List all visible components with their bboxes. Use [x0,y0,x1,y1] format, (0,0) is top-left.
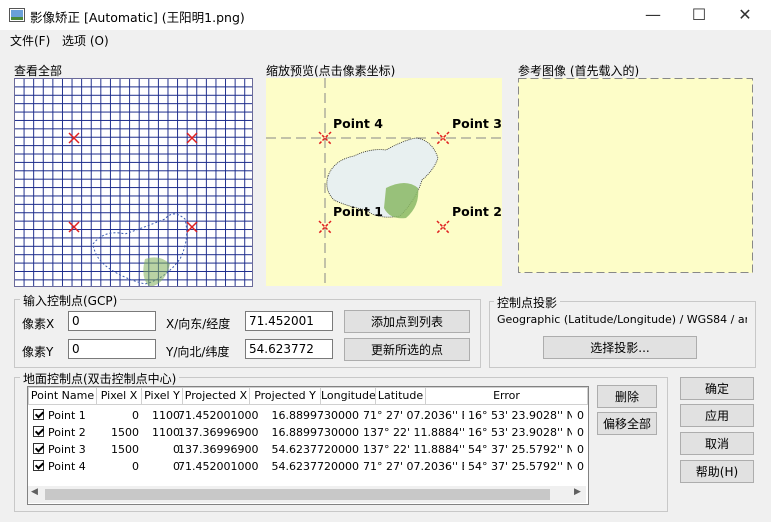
table-row[interactable]: Point 3 1500 0 137.3699690000 54.6237720… [28,441,588,458]
row-checkbox[interactable] [33,426,44,437]
menu-file[interactable]: 文件(F) [10,32,50,49]
column-header-latitude[interactable]: Latitude [376,387,426,405]
pixel-y-label: 像素Y [22,345,54,359]
cell-longitude: 137° 22' 11.8884'' E [363,426,464,439]
cell-pixel-y: 1100 [152,409,180,422]
cell-point-name: Point 1 [48,409,86,422]
reference-label: 参考图像 (首先载入的) [518,64,640,78]
cell-longitude: 137° 22' 11.8884'' E [363,443,464,456]
cell-projected-x: 71.4520010000 [178,460,258,473]
row-checkbox[interactable] [33,443,44,454]
zoom-point-label: Point 2 [452,204,502,219]
y-coordinate-input[interactable] [245,339,333,359]
cell-projected-x: 137.3699690000 [178,443,258,456]
gcp-input-title: 输入控制点(GCP) [20,292,121,309]
add-point-button[interactable]: 添加点到列表 [344,310,470,333]
scroll-right-icon[interactable]: ▶ [574,487,581,497]
projection-text: Geographic (Latitude/Longitude) / WGS84 … [497,313,747,326]
overview-map [68,132,198,286]
cell-point-name: Point 2 [48,426,86,439]
column-header-projected-y[interactable]: Projected Y [250,387,321,405]
zoom-point-label: Point 4 [333,116,383,131]
table-row[interactable]: Point 1 0 1100 71.4520010000 16.88997300… [28,407,588,424]
pixel-x-input[interactable] [68,311,156,331]
cell-pixel-x: 1500 [111,426,139,439]
column-header-pixel-x[interactable]: Pixel X [97,387,142,405]
y-coordinate-label: Y/向北/纬度 [166,345,230,359]
zoom-point-label: Point 1 [333,204,383,219]
ok-button[interactable]: 确定 [680,377,754,400]
overview-marker-icons [68,132,198,233]
scrollbar-thumb[interactable] [45,489,550,500]
cell-latitude: 54° 37' 25.5792'' N [468,443,572,456]
cell-projected-y: 16.8899730000 [271,409,359,422]
cell-pixel-x: 1500 [111,443,139,456]
x-coordinate-label: X/向东/经度 [166,317,231,331]
select-projection-button[interactable]: 选择投影... [543,336,697,359]
pixel-x-label: 像素X [22,317,55,331]
cell-error: 0 [577,426,584,439]
delete-point-button[interactable]: 删除 [597,385,657,408]
cell-point-name: Point 4 [48,460,86,473]
cancel-button[interactable]: 取消 [680,432,754,455]
column-header-error[interactable]: Error [426,387,588,405]
table-row[interactable]: Point 2 1500 1100 137.3699690000 16.8899… [28,424,588,441]
cell-pixel-y: 0 [173,443,180,456]
zoom-map [266,78,502,286]
row-checkbox[interactable] [33,409,44,420]
apply-button[interactable]: 应用 [680,404,754,427]
minimize-button[interactable]: — [630,0,676,30]
x-coordinate-input[interactable] [245,311,333,331]
reference-border [518,78,753,273]
column-header-point-name[interactable]: Point Name [28,387,97,405]
cell-error: 0 [577,443,584,456]
row-checkbox[interactable] [33,460,44,471]
column-header-pixel-y[interactable]: Pixel Y [142,387,183,405]
table-row[interactable]: Point 4 0 0 71.4520010000 54.6237720000 … [28,458,588,475]
zoom-view[interactable]: Point 4 Point 3 Point 1 Point 2 [266,78,502,286]
cell-longitude: 71° 27' 07.2036'' E [363,460,464,473]
menu-options[interactable]: 选项 (O) [62,32,109,49]
app-icon [9,8,25,22]
projection-title: 控制点投影 [494,294,561,311]
reference-view[interactable] [518,78,753,273]
cell-point-name: Point 3 [48,443,86,456]
scroll-left-icon[interactable]: ◀ [31,487,38,497]
cell-longitude: 71° 27' 07.2036'' E [363,409,464,422]
cell-pixel-y: 1100 [152,426,180,439]
cell-projected-y: 54.6237720000 [271,443,359,456]
update-point-button[interactable]: 更新所选的点 [344,338,470,361]
cell-pixel-x: 0 [132,460,139,473]
zoom-label: 缩放预览(点击像素坐标) [266,64,396,78]
column-header-projected-x[interactable]: Projected X [183,387,250,405]
gcp-table[interactable]: Point Name Pixel X Pixel Y Projected X P… [27,386,589,505]
cell-projected-x: 137.3699690000 [178,426,258,439]
horizontal-scrollbar[interactable]: ◀ ▶ [28,486,586,503]
pixel-y-input[interactable] [68,339,156,359]
overview-label: 查看全部 [14,64,63,78]
cell-latitude: 16° 53' 23.9028'' N [468,426,572,439]
cell-pixel-x: 0 [132,409,139,422]
cell-projected-x: 71.4520010000 [178,409,258,422]
cell-projected-y: 54.6237720000 [271,460,359,473]
overview-view[interactable] [14,78,253,287]
maximize-button[interactable]: ☐ [676,0,722,30]
zoom-point-label: Point 3 [452,116,502,131]
offset-all-button[interactable]: 偏移全部 [597,412,657,435]
column-header-longitude[interactable]: Longitude [321,387,376,405]
cell-pixel-y: 0 [173,460,180,473]
gcp-list-title: 地面控制点(双击控制点中心) [20,370,180,387]
close-button[interactable]: ✕ [722,0,768,30]
cell-latitude: 16° 53' 23.9028'' N [468,409,572,422]
window-title: 影像矫正 [Automatic] (王阳明1.png) [30,10,245,25]
cell-error: 0 [577,409,584,422]
cell-latitude: 54° 37' 25.5792'' N [468,460,572,473]
help-button[interactable]: 帮助(H) [680,460,754,483]
cell-projected-y: 16.8899730000 [271,426,359,439]
cell-error: 0 [577,460,584,473]
